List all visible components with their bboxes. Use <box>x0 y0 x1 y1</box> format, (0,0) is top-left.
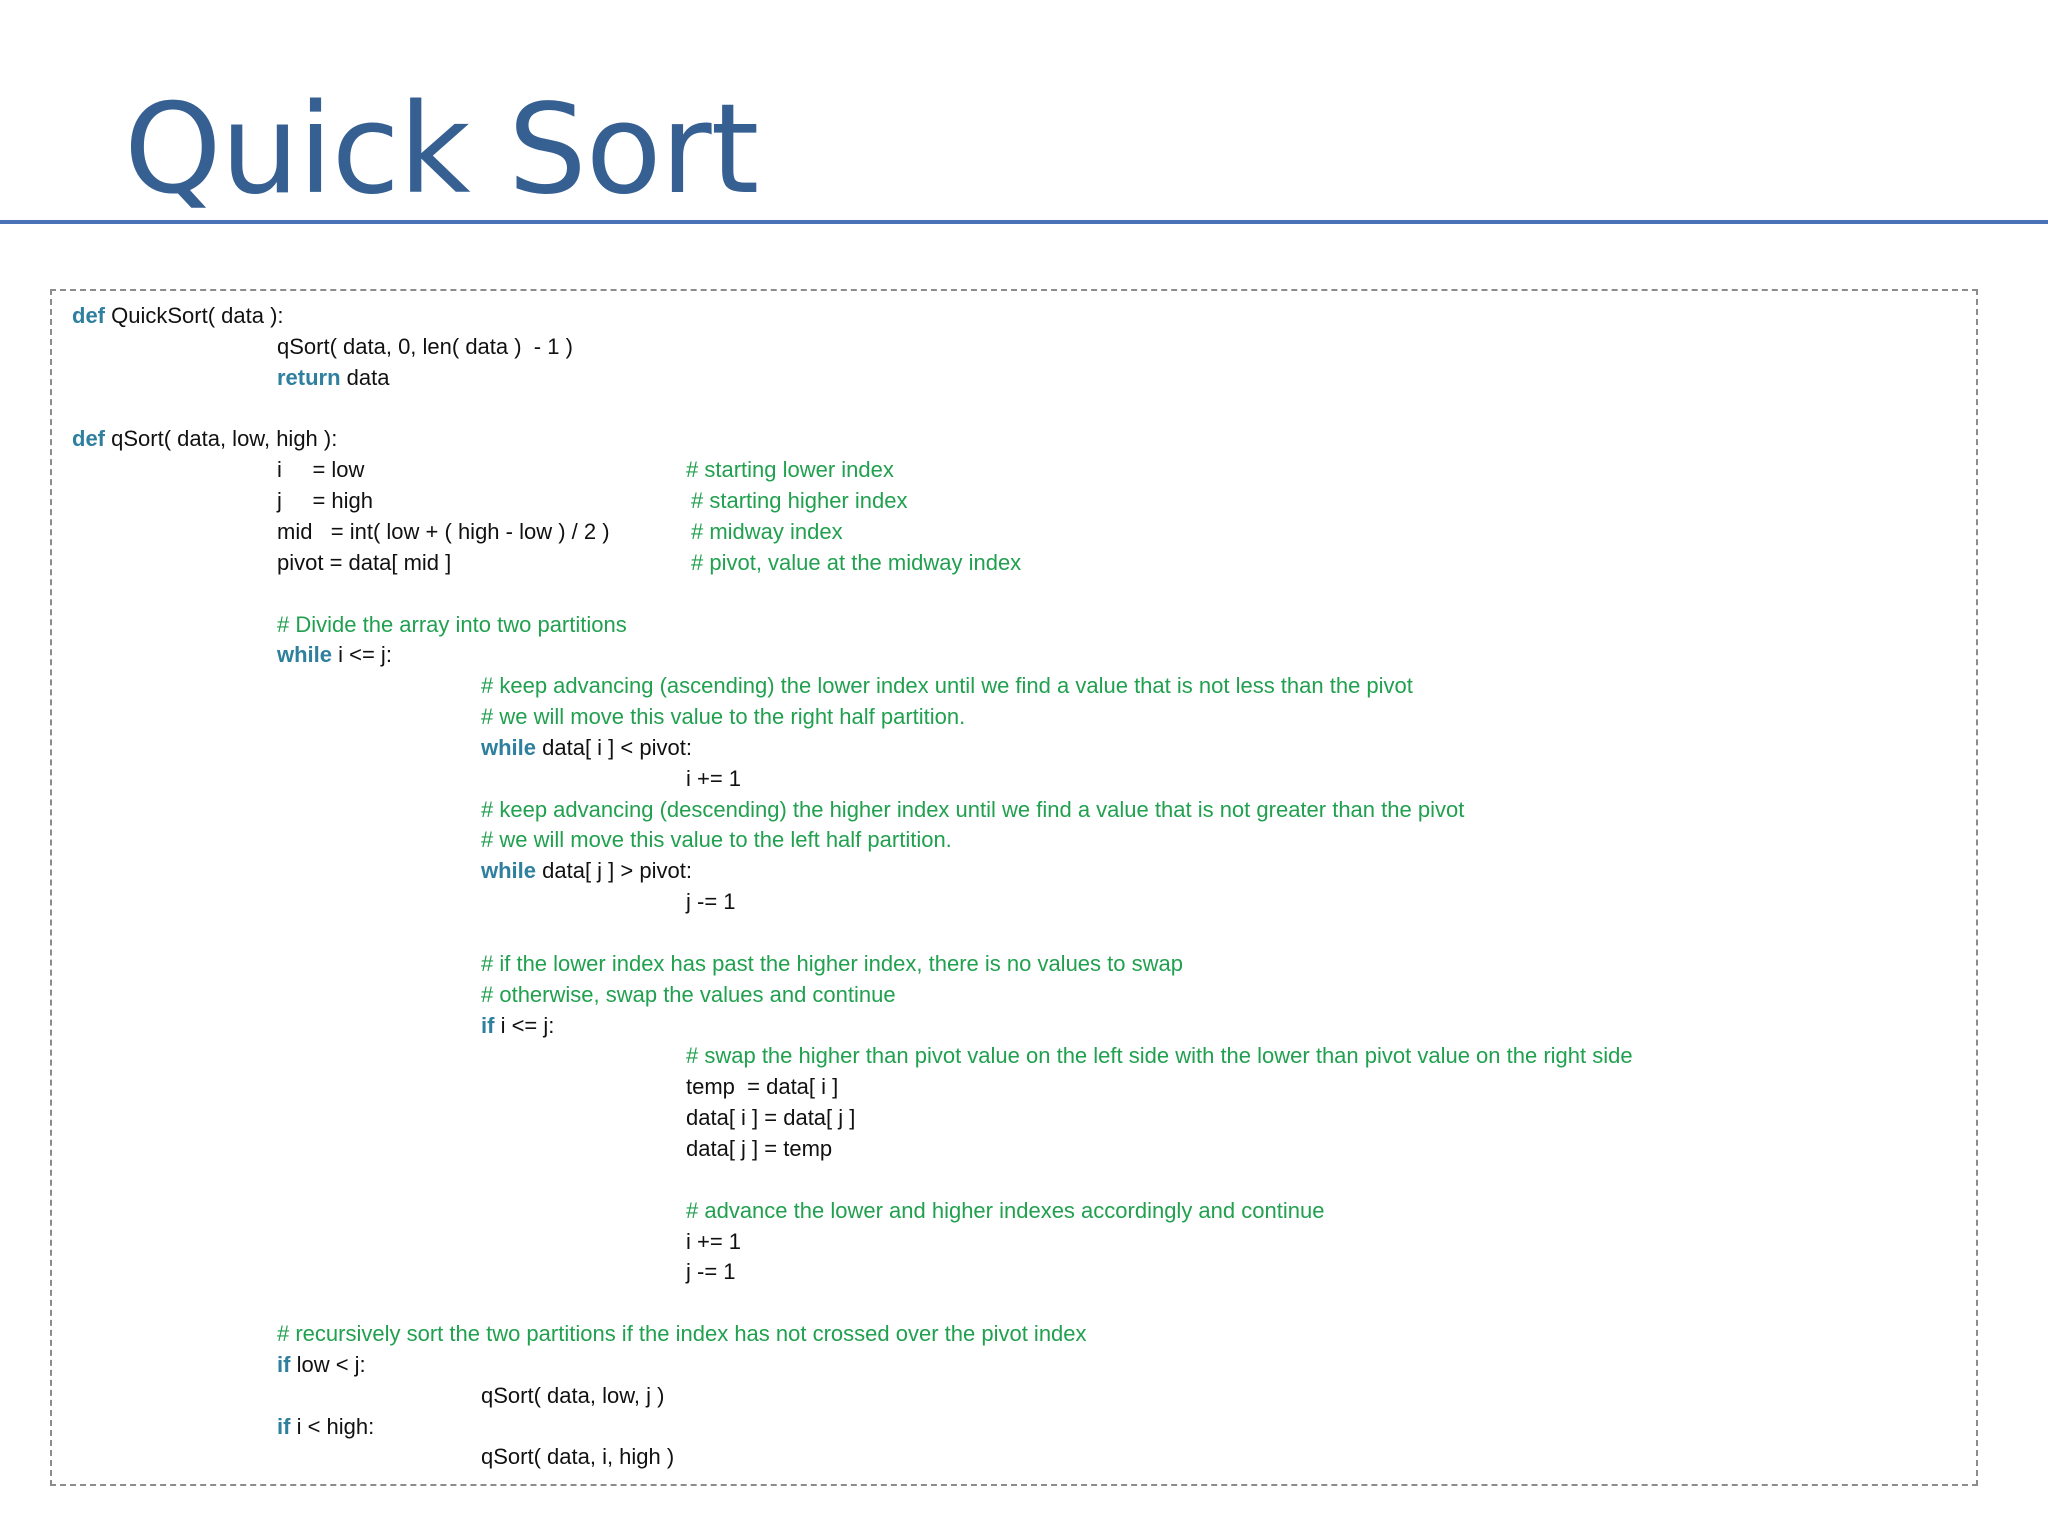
code-keyword: while <box>481 735 537 760</box>
code-text: qSort( data, i, high ) <box>481 1444 675 1469</box>
code-comment: # swap the higher than pivot value on th… <box>686 1043 1633 1068</box>
code-keyword: def <box>72 426 105 451</box>
code-line: # if the lower index has past the higher… <box>481 949 1183 979</box>
code-text: qSort( data, low, j ) <box>481 1383 665 1408</box>
code-text: j -= 1 <box>686 889 736 914</box>
code-line: # advance the lower and higher indexes a… <box>686 1196 1324 1226</box>
code-text: temp = data[ i ] <box>686 1074 839 1099</box>
code-line: def qSort( data, low, high ): <box>72 424 337 454</box>
code-line: qSort( data, low, j ) <box>481 1381 664 1411</box>
code-line: data[ j ] = temp <box>686 1134 832 1164</box>
code-line: while data[ i ] < pivot: <box>481 733 692 763</box>
code-line: def QuickSort( data ): <box>72 301 284 331</box>
code-line: j = high <box>277 486 373 516</box>
slide-title: Quick Sort <box>124 78 759 222</box>
code-text: data[ j ] = temp <box>686 1136 833 1161</box>
code-text: pivot = data[ mid ] <box>277 550 452 575</box>
code-keyword: if <box>481 1013 495 1038</box>
code-comment: # advance the lower and higher indexes a… <box>686 1198 1325 1223</box>
code-keyword: while <box>481 858 537 883</box>
code-text: data[ i ] = data[ j ] <box>686 1105 856 1130</box>
code-line: # otherwise, swap the values and continu… <box>481 980 896 1010</box>
code-keyword: if <box>277 1352 291 1377</box>
code-text: i < high: <box>290 1414 375 1439</box>
code-line: # we will move this value to the left ha… <box>481 825 952 855</box>
code-line: # recursively sort the two partitions if… <box>277 1319 1087 1349</box>
code-inline-comment: # pivot, value at the midway index <box>691 550 1022 575</box>
code-keyword: def <box>72 303 105 328</box>
code-keyword: while <box>277 642 333 667</box>
code-text: data[ j ] > pivot: <box>536 858 692 883</box>
code-comment: # we will move this value to the left ha… <box>481 827 952 852</box>
code-keyword: return <box>277 365 341 390</box>
code-comment: # keep advancing (descending) the higher… <box>481 797 1465 822</box>
code-text: i <= j: <box>332 642 392 667</box>
code-line: mid = int( low + ( high - low ) / 2 ) <box>277 517 610 547</box>
code-inline-comment: # starting lower index <box>686 457 894 482</box>
code-text: mid = int( low + ( high - low ) / 2 ) <box>277 519 610 544</box>
code-line: i += 1 <box>686 764 741 794</box>
code-line: # keep advancing (ascending) the lower i… <box>481 671 1413 701</box>
code-line: if i <= j: <box>481 1011 554 1041</box>
code-line: while data[ j ] > pivot: <box>481 856 692 886</box>
code-comment: # keep advancing (ascending) the lower i… <box>481 673 1413 698</box>
code-line: # swap the higher than pivot value on th… <box>686 1041 1633 1071</box>
code-line: temp = data[ i ] <box>686 1072 838 1102</box>
code-text: QuickSort( data ): <box>105 303 284 328</box>
code-inline-comment: # starting higher index <box>691 488 908 513</box>
code-text: j -= 1 <box>686 1259 736 1284</box>
code-comment: # recursively sort the two partitions if… <box>277 1321 1087 1346</box>
code-line: j -= 1 <box>686 1257 736 1287</box>
code-line: while i <= j: <box>277 640 392 670</box>
code-text: qSort( data, 0, len( data ) - 1 ) <box>277 334 573 359</box>
code-line: data[ i ] = data[ j ] <box>686 1103 855 1133</box>
code-line: # Divide the array into two partitions <box>277 610 627 640</box>
code-line: # we will move this value to the right h… <box>481 702 965 732</box>
code-line: if i < high: <box>277 1412 374 1442</box>
code-comment: # otherwise, swap the values and continu… <box>481 982 896 1007</box>
code-comment: # if the lower index has past the higher… <box>481 951 1183 976</box>
code-text: i += 1 <box>686 1229 742 1254</box>
code-line: qSort( data, i, high ) <box>481 1442 674 1472</box>
code-line: return data <box>277 363 390 393</box>
code-text: i = low <box>277 457 365 482</box>
code-line: i = low <box>277 455 364 485</box>
code-comment: # we will move this value to the right h… <box>481 704 966 729</box>
code-line: qSort( data, 0, len( data ) - 1 ) <box>277 332 573 362</box>
code-line: pivot = data[ mid ] <box>277 548 451 578</box>
code-line: i += 1 <box>686 1227 741 1257</box>
code-line: if low < j: <box>277 1350 366 1380</box>
code-text: data[ i ] < pivot: <box>536 735 692 760</box>
code-line: j -= 1 <box>686 887 736 917</box>
code-text: qSort( data, low, high ): <box>105 426 338 451</box>
code-text: i <= j: <box>494 1013 555 1038</box>
code-text: low < j: <box>290 1352 366 1377</box>
code-text: i += 1 <box>686 766 742 791</box>
code-line: # keep advancing (descending) the higher… <box>481 795 1464 825</box>
code-keyword: if <box>277 1414 291 1439</box>
title-divider <box>0 220 2048 224</box>
code-text: j = high <box>277 488 374 513</box>
code-text: data <box>340 365 390 390</box>
code-comment: # Divide the array into two partitions <box>277 612 627 637</box>
code-inline-comment: # midway index <box>691 519 843 544</box>
